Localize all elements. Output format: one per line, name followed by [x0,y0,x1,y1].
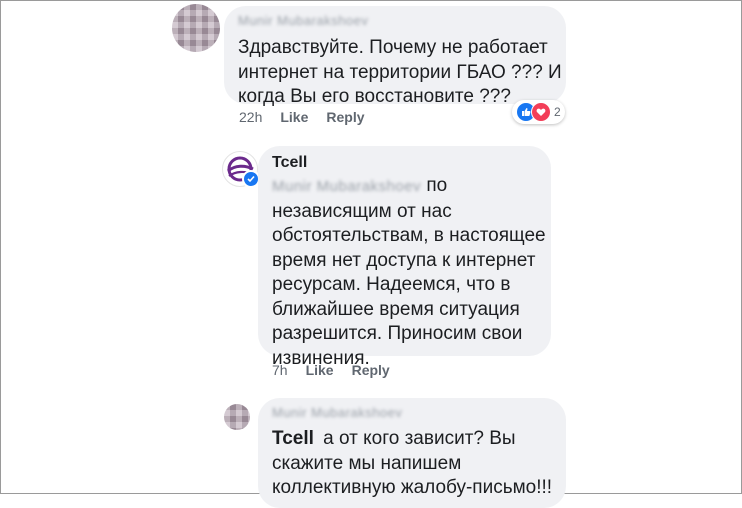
comment-bubble: Munir Mubarakshoev Здравствуйте. Почему … [224,6,566,107]
comment-actions: 22h Like Reply [239,109,365,125]
reply-button[interactable]: Reply [352,362,390,378]
avatar[interactable] [172,4,220,52]
comment-text-line: скажите мы напишем [272,452,462,474]
comment-text-line: а от кого зависит? Вы [323,428,516,449]
comment-bubble: Tcell Munir Mubarakshoev по независящим … [258,146,551,369]
mention-link[interactable]: Tcell [272,428,314,449]
comment-timestamp[interactable]: 22h [239,109,262,125]
avatar[interactable] [224,404,250,430]
comment-text-line: ближайшее время ситуация [272,298,520,320]
comment-actions: 7h Like Reply [272,362,390,378]
reply-button[interactable]: Reply [326,109,364,125]
comment-text-line: обстоятельствам, в настоящее [272,225,546,246]
comment-text-line: ресурсам. Надеемся, что в [272,274,511,295]
comment-author-name[interactable]: Munir Mubarakshoev [238,13,368,28]
comment-text-line: независящим от нас [272,200,452,222]
comment-text-line: по [426,175,448,196]
reactions-summary[interactable]: 2 [512,100,565,124]
like-button[interactable]: Like [280,109,308,125]
comment-text: Tcell а от кого зависит? Вы скажите мы н… [272,427,566,501]
comment-timestamp[interactable]: 7h [272,362,288,378]
comment-author-name[interactable]: Munir Mubarakshoev [272,405,402,420]
love-reaction-icon [531,102,551,122]
comment-text-line: Здравствуйте. Почему не работает [238,37,548,58]
comment-text-line: разрешится. Приносим свои [272,323,523,344]
comment-author-name[interactable]: Tcell [272,154,307,172]
comment-text: Здравствуйте. Почему не работает интерне… [238,36,568,110]
comment-text: Munir Mubarakshoev по независящим от нас… [272,174,552,371]
like-button[interactable]: Like [306,362,334,378]
mention-link[interactable]: Munir Mubarakshoev [272,175,421,200]
comment-text-line: интернет на территории ГБАО ??? И [238,61,562,83]
comment-text-line: коллективную жалобу-письмо!!! [272,477,553,498]
reaction-count: 2 [554,105,561,119]
comment-text-line: время нет доступа к интернет [272,249,536,271]
comment-bubble: Munir Mubarakshoev Tcell а от кого завис… [258,398,566,508]
